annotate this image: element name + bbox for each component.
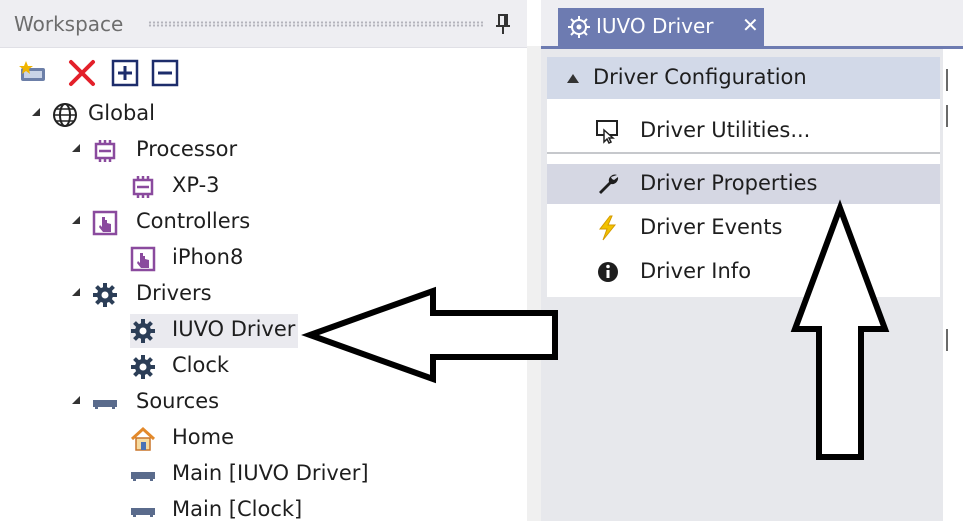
expander-icon[interactable] [32,108,40,116]
close-icon[interactable]: ✕ [742,13,759,37]
edge-marker [946,69,948,91]
separator [547,152,940,154]
config-title: Driver Configuration [593,65,807,89]
tree-label: Home [172,425,235,449]
device-icon [131,508,155,517]
tree-node-sources[interactable]: Sources [68,386,368,420]
edge-marker [946,105,948,127]
driver-configuration-panel: Driver Configuration Driver Utilities...… [547,57,940,297]
tree-node-home[interactable]: Home [130,422,330,456]
gear-icon [131,319,155,343]
expander-icon[interactable] [72,144,80,152]
tree-label: Processor [136,137,238,161]
tab-label: IUVO Driver [596,14,714,38]
tree-label: Global [88,101,155,125]
tree-node-global[interactable]: Global [28,98,328,132]
wrench-icon [599,174,619,194]
lightning-icon [598,215,617,241]
cfg-label: Driver Properties [640,171,818,195]
tree-node-main-iuvo[interactable]: Main [IUVO Driver] [130,458,390,492]
tree-label: Drivers [136,281,212,305]
document-area: IUVO Driver ✕ Driver Configuration Drive… [527,0,963,521]
monitor-cursor-icon [596,120,618,144]
driver-events-item[interactable]: Driver Events [547,208,940,248]
home-icon [130,426,156,451]
driver-properties-item[interactable]: Driver Properties [547,164,940,204]
driver-utilities-item[interactable]: Driver Utilities... [547,111,940,151]
cfg-label: Driver Utilities... [640,118,811,142]
tab-strip: IUVO Driver ✕ [527,0,963,46]
driver-configuration-header[interactable]: Driver Configuration [547,57,940,99]
gear-icon [131,355,155,379]
globe-icon [53,103,77,127]
gear-icon [568,16,590,38]
plus-box-icon[interactable] [110,58,140,88]
cfg-label: Driver Events [640,215,783,239]
chip-icon [94,140,116,162]
edge-marker [946,329,948,351]
tree-node-clock[interactable]: Clock [130,350,330,384]
tree-node-iuvo-driver[interactable]: IUVO Driver [130,314,298,348]
workspace-panel: Workspace Global Processor XP-3 Controll… [0,0,527,521]
document-edge [943,49,963,521]
tree-node-drivers[interactable]: Drivers [68,278,368,312]
panel-grip[interactable] [148,21,483,27]
tree-label: Main [IUVO Driver] [172,461,369,485]
tree-node-main-clock[interactable]: Main [Clock] [130,494,390,528]
minus-box-icon[interactable] [150,58,180,88]
touch-panel-icon [130,246,156,272]
cfg-label: Driver Info [640,259,752,283]
device-icon [93,400,117,409]
tree-label: iPhon8 [172,245,244,269]
tree-node-controllers[interactable]: Controllers [68,206,368,240]
tree-label: Controllers [136,209,251,233]
red-x-icon[interactable] [67,58,97,88]
expander-icon[interactable] [72,396,80,404]
add-item-icon[interactable] [18,58,48,88]
expander-icon[interactable] [72,216,80,224]
tree-label: XP-3 [172,173,220,197]
driver-info-item[interactable]: Driver Info [547,252,940,292]
tree-label: Main [Clock] [172,497,303,521]
expander-icon[interactable] [72,288,80,296]
tree-label: Sources [136,389,220,413]
workspace-header: Workspace [0,0,527,48]
info-icon [598,262,618,282]
pin-icon[interactable] [493,12,513,36]
tree-node-xp3[interactable]: XP-3 [130,170,330,204]
workspace-title: Workspace [14,12,124,36]
gear-icon [93,283,117,307]
tree-node-processor[interactable]: Processor [68,134,368,168]
touch-panel-icon [92,210,118,236]
tree-label: Clock [172,353,230,377]
tree-label: IUVO Driver [172,317,296,341]
workspace-toolbar [0,54,527,94]
tree-node-iphon8[interactable]: iPhon8 [130,242,330,276]
chip-icon [132,176,154,198]
device-icon [131,472,155,481]
tab-iuvo-driver[interactable]: IUVO Driver ✕ [558,8,764,46]
collapse-caret-icon[interactable] [567,74,579,83]
